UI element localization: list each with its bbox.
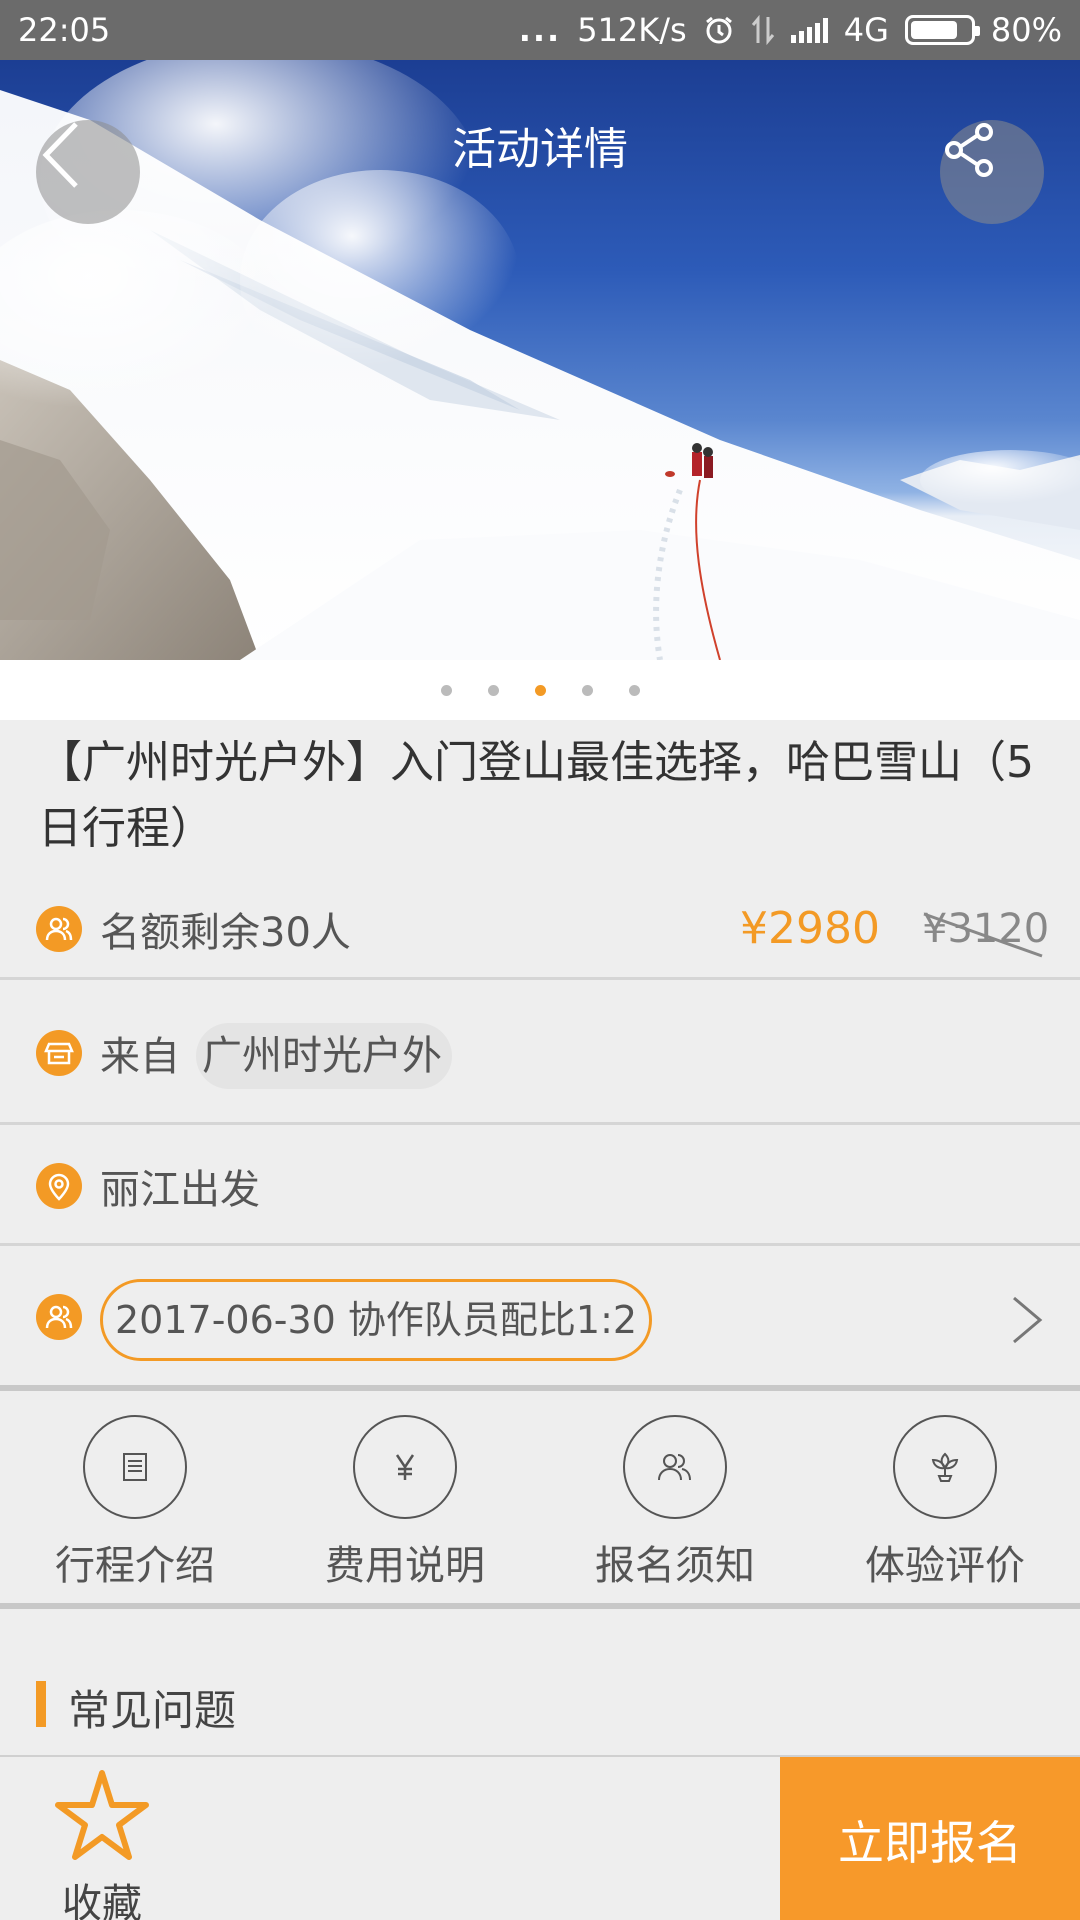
- hero-image[interactable]: 活动详情: [0, 60, 1080, 660]
- quota-remaining: 名额剩余30人: [100, 909, 351, 956]
- battery-percent: 80%: [990, 11, 1062, 49]
- info-tabs: 行程介绍 费用说明 报名须知 体验评价: [0, 1397, 1080, 1609]
- status-bar: 22:05 ... 512K/s 4G 80%: [0, 0, 1080, 60]
- carousel-dot[interactable]: [440, 684, 452, 696]
- people-icon: [36, 905, 82, 952]
- tab-itinerary-label: 行程介绍: [55, 1543, 215, 1589]
- store-icon: [36, 1029, 82, 1076]
- battery-icon: [904, 15, 980, 45]
- share-button[interactable]: [940, 120, 1044, 224]
- carousel-dot[interactable]: [581, 684, 593, 696]
- team-icon: [36, 1294, 82, 1340]
- carousel-indicator[interactable]: [0, 660, 1080, 720]
- tab-itinerary[interactable]: 行程介绍: [0, 1397, 270, 1603]
- strikethrough-line: [923, 912, 1043, 957]
- activity-title: 【广州时光户外】入门登山最佳选择，哈巴雪山（5日行程）: [38, 737, 1034, 854]
- carousel-dot[interactable]: [628, 684, 640, 696]
- bottom-action-bar: 收藏 立即报名: [0, 1755, 1080, 1920]
- tab-cost[interactable]: 费用说明: [270, 1397, 540, 1603]
- signup-button[interactable]: 立即报名: [780, 1757, 1080, 1920]
- receipt-icon: [83, 1415, 187, 1519]
- signal-icon: [790, 17, 828, 43]
- original-price: ¥3120: [922, 906, 1049, 957]
- carousel-dot[interactable]: [487, 684, 499, 696]
- tab-cost-label: 费用说明: [325, 1543, 485, 1589]
- carousel-dot[interactable]: [534, 684, 546, 696]
- yen-icon: [353, 1415, 457, 1519]
- network-speed: 512K/s: [577, 11, 687, 49]
- chevron-right-icon[interactable]: [1010, 1294, 1044, 1346]
- tab-reviews[interactable]: 体验评价: [810, 1397, 1080, 1603]
- quota-price-row: 名额剩余30人 ¥2980 ¥3120: [0, 880, 1080, 980]
- people-icon: [623, 1415, 727, 1519]
- notification-dots: ...: [518, 11, 562, 49]
- location-pin-icon: [36, 1162, 82, 1209]
- page-title: 活动详情: [452, 124, 628, 175]
- favorite-button[interactable]: 收藏: [50, 1765, 154, 1920]
- tab-signup-notice-label: 报名须知: [595, 1543, 755, 1589]
- share-icon: [945, 123, 993, 177]
- from-label: 来自: [100, 1033, 180, 1080]
- organizer-chip[interactable]: 广州时光户外: [196, 1023, 452, 1089]
- data-transfer-icon: [751, 15, 775, 45]
- star-icon: [55, 1770, 149, 1860]
- current-price: ¥2980: [740, 903, 880, 954]
- departure-text: 丽江出发: [100, 1166, 260, 1213]
- date-selector[interactable]: 2017-06-30 协作队员配比1:2: [100, 1279, 653, 1361]
- network-type: 4G: [843, 11, 889, 49]
- date-row[interactable]: 2017-06-30 协作队员配比1:2: [0, 1249, 1080, 1391]
- faq-section[interactable]: 常见问题: [0, 1615, 1080, 1755]
- flower-icon: [893, 1415, 997, 1519]
- favorite-label: 收藏: [62, 1881, 142, 1920]
- tab-signup-notice[interactable]: 报名须知: [540, 1397, 810, 1603]
- alarm-icon: [703, 14, 735, 46]
- status-time: 22:05: [18, 11, 111, 49]
- organizer-row[interactable]: 来自 广州时光户外: [0, 983, 1080, 1125]
- departure-row: 丽江出发: [0, 1128, 1080, 1246]
- faq-heading: 常见问题: [68, 1686, 237, 1735]
- section-accent-bar: [36, 1681, 46, 1727]
- tab-reviews-label: 体验评价: [865, 1543, 1025, 1589]
